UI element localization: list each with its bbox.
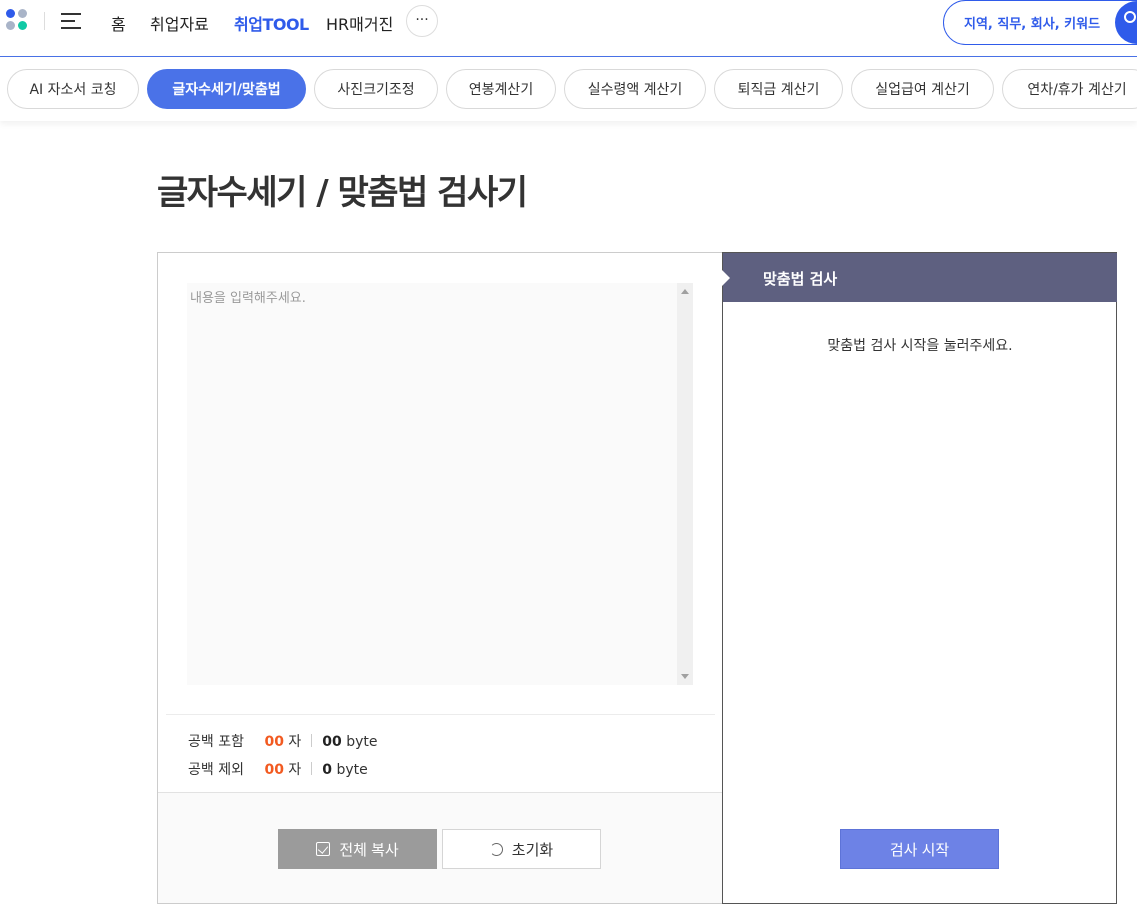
text-input-area — [187, 283, 693, 685]
tab-ai-coaching[interactable]: AI 자소서 코칭 — [7, 69, 139, 109]
char-unit: 자 — [288, 762, 302, 778]
divider — [311, 734, 313, 747]
tab-photo-resize[interactable]: 사진크기조정 — [314, 69, 438, 109]
tab-char-count-spell[interactable]: 글자수세기/맞춤법 — [147, 69, 306, 109]
search-icon — [1124, 11, 1136, 23]
spell-check-message: 맞춤법 검사 시작을 눌러주세요. — [827, 338, 1013, 354]
without-spaces-label: 공백 제외 — [188, 762, 244, 778]
count-without-spaces: 공백 제외 00 자 0 byte — [188, 759, 368, 779]
scroll-up-arrow-icon[interactable] — [681, 289, 689, 294]
tab-severance-calc[interactable]: 퇴직금 계산기 — [714, 69, 843, 109]
tab-unemployment-calc[interactable]: 실업급여 계산기 — [851, 69, 994, 109]
tool-tabs: AI 자소서 코칭 글자수세기/맞춤법 사진크기조정 연봉계산기 실수령액 계산… — [0, 57, 1137, 121]
copy-all-label: 전체 복사 — [339, 841, 399, 859]
editor-panel: 공백 포함 00 자00 byte 공백 제외 00 자0 byte 전체 복사… — [157, 252, 724, 904]
char-unit: 자 — [288, 734, 302, 750]
content-textarea[interactable] — [187, 283, 677, 685]
scroll-down-arrow-icon[interactable] — [681, 674, 689, 679]
without-spaces-count: 00 — [264, 762, 284, 778]
scrollbar[interactable] — [677, 283, 693, 685]
start-check-button[interactable]: 검사 시작 — [840, 829, 999, 869]
tab-salary-calc[interactable]: 연봉계산기 — [446, 69, 556, 109]
divider — [311, 762, 313, 775]
without-spaces-bytes: 0 — [322, 762, 333, 778]
nav-home[interactable]: 홈 — [111, 11, 126, 35]
byte-unit: byte — [346, 734, 378, 750]
page-title: 글자수세기 / 맞춤법 검사기 — [157, 173, 528, 213]
with-spaces-bytes: 00 — [322, 734, 342, 750]
search-placeholder: 지역, 직무, 회사, 키워드 — [964, 17, 1101, 32]
reset-label: 초기화 — [511, 841, 554, 859]
reset-button[interactable]: 초기화 — [442, 829, 601, 869]
spell-check-panel: 맞춤법 검사 맞춤법 검사 시작을 눌러주세요. 검사 시작 — [722, 252, 1117, 904]
editor-actions: 전체 복사 초기화 — [158, 792, 723, 903]
reset-icon — [489, 842, 503, 856]
nav-job-tool[interactable]: 취업TOOL — [234, 11, 309, 35]
copy-all-button[interactable]: 전체 복사 — [278, 829, 437, 869]
divider — [44, 12, 45, 30]
menu-icon[interactable] — [61, 13, 81, 29]
byte-unit: byte — [336, 762, 368, 778]
with-spaces-label: 공백 포함 — [188, 734, 244, 750]
search-input[interactable]: 지역, 직무, 회사, 키워드 — [943, 0, 1137, 45]
tab-net-pay-calc[interactable]: 실수령액 계산기 — [564, 69, 706, 109]
spell-check-header: 맞춤법 검사 — [723, 253, 1117, 302]
nav-job-data[interactable]: 취업자료 — [150, 11, 209, 35]
nav-hr-magazine[interactable]: HR매거진 — [326, 11, 393, 35]
more-button[interactable]: ··· — [406, 5, 438, 37]
character-count: 공백 포함 00 자 00 byte 공백 제외 00 자0 byte — [166, 714, 715, 792]
top-navigation: 홈 취업자료 취업TOOL HR매거진 ··· 지역, 직무, 회사, 키워드 — [0, 0, 1137, 57]
with-spaces-count: 00 — [264, 734, 284, 750]
tab-leave-calc[interactable]: 연차/휴가 계산기 — [1002, 69, 1137, 109]
logo-icon[interactable] — [6, 9, 30, 33]
count-with-spaces: 공백 포함 00 자 00 byte — [188, 731, 378, 751]
panel-notch — [722, 270, 730, 286]
copy-icon — [316, 842, 331, 856]
